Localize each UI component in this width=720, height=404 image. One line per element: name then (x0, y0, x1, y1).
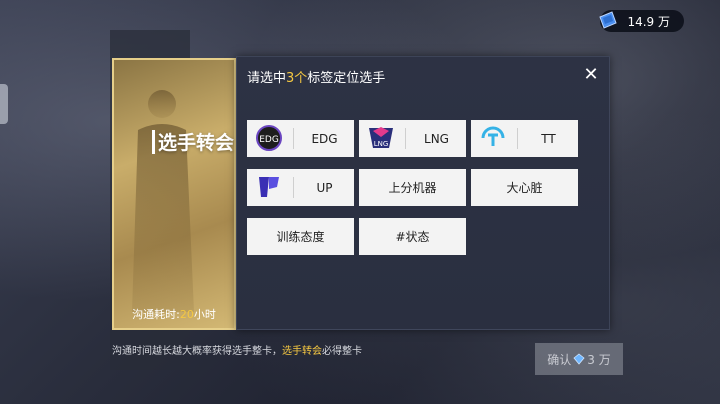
tag-label: 大心脏 (506, 181, 543, 195)
title-prefix: 请选中 (247, 71, 287, 86)
tag-label: LNG (424, 131, 449, 146)
dialog-title: 请选中3个标签定位选手 (247, 67, 385, 86)
tag-edg[interactable]: EDG EDG (247, 120, 354, 157)
communication-time: 沟通耗时:20小时 (114, 306, 234, 322)
tag-divider (517, 128, 518, 149)
tag-lng[interactable]: LNG LNG (359, 120, 466, 157)
time-unit: 小时 (193, 308, 216, 321)
tt-logo-icon (481, 126, 505, 146)
up-logo-icon (259, 177, 279, 197)
tag-label: TT (541, 131, 556, 146)
diamond-icon (573, 353, 585, 365)
tag-label: #状态 (395, 230, 430, 244)
tag-selection-dialog: 请选中3个标签定位选手 ✕ EDG EDG LNG LNG TT UP 上分机器… (236, 56, 610, 330)
card-title-bar (152, 130, 155, 154)
note-highlight: 选手转会 (282, 346, 322, 357)
ticket-icon (599, 11, 617, 29)
currency-display: 14.9 万 (599, 10, 684, 32)
title-count: 3个 (286, 71, 308, 86)
card-title: 选手转会 (158, 132, 235, 154)
tag-training-attitude[interactable]: 训练态度 (247, 218, 354, 255)
tag-big-heart[interactable]: 大心脏 (471, 169, 578, 206)
time-value: 20 (179, 308, 194, 321)
player-silhouette (132, 90, 194, 312)
note-text-b: 必得整卡 (322, 346, 362, 357)
close-button[interactable]: ✕ (581, 65, 601, 85)
tag-divider (405, 128, 406, 149)
tag-ranking-machine[interactable]: 上分机器 (359, 169, 466, 206)
tag-label: 上分机器 (388, 181, 437, 195)
tag-form[interactable]: #状态 (359, 218, 466, 255)
tag-up[interactable]: UP (247, 169, 354, 206)
tag-divider (293, 177, 294, 198)
note-text-a: 沟通时间越长越大概率获得选手整卡， (112, 346, 282, 357)
tag-label: EDG (311, 131, 338, 146)
lng-logo-icon: LNG (369, 127, 393, 148)
edg-logo-icon: EDG (256, 125, 282, 151)
info-note: 沟通时间越长越大概率获得选手整卡，选手转会必得整卡 (112, 342, 362, 357)
confirm-button[interactable]: 确认 3 万 (535, 343, 623, 375)
currency-amount: 14.9 万 (627, 14, 670, 29)
tag-divider (293, 128, 294, 149)
side-tab[interactable] (0, 84, 8, 124)
player-transfer-card: 选手转会 沟通耗时:20小时 (112, 58, 236, 330)
tag-tt[interactable]: TT (471, 120, 578, 157)
tag-label: 训练态度 (276, 230, 325, 244)
confirm-cost: 3 万 (587, 352, 611, 367)
confirm-label: 确认 (547, 352, 572, 367)
svg-text:EDG: EDG (259, 135, 279, 145)
time-prefix: 沟通耗时: (132, 308, 180, 321)
tag-label: UP (316, 180, 333, 195)
title-suffix: 标签定位选手 (307, 71, 386, 86)
svg-text:LNG: LNG (374, 140, 389, 148)
